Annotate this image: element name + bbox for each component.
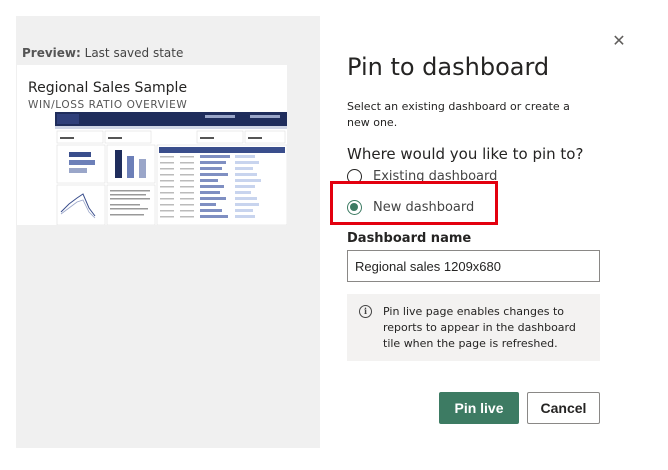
mini-vbar: [127, 156, 134, 178]
preview-report-title: Regional Sales Sample: [28, 80, 188, 96]
dialog-title: Pin to dashboard: [347, 53, 550, 81]
mini-report-header-strip: [55, 126, 287, 129]
mini-hbar: [69, 160, 95, 165]
pin-live-button[interactable]: Pin live: [439, 392, 519, 424]
mini-hbar: [69, 168, 87, 173]
mini-vbar: [115, 150, 122, 178]
mini-report-header: [55, 112, 287, 126]
preview-thumbnail: Regional Sales Sample WIN/LOSS RATIO OVE…: [17, 65, 287, 225]
preview-label: Preview: Last saved state: [22, 46, 183, 60]
preview-report-subtitle: WIN/LOSS RATIO OVERVIEW: [28, 99, 188, 111]
radio-new-dashboard-label: New dashboard: [373, 199, 475, 215]
info-text: Pin live page enables changes to reports…: [383, 305, 576, 350]
info-icon: i: [359, 305, 372, 318]
dashboard-name-label: Dashboard name: [347, 231, 472, 246]
preview-label-prefix: Preview:: [22, 46, 81, 60]
mini-line-panel: [56, 184, 106, 225]
preview-label-text: Last saved state: [84, 46, 184, 60]
info-box: i Pin live page enables changes to repor…: [347, 294, 600, 361]
dialog-description: Select an existing dashboard or create a…: [347, 100, 570, 129]
pin-location-question: Where would you like to pin to?: [347, 145, 584, 163]
dashboard-name-input[interactable]: [347, 250, 600, 282]
radio-existing-dashboard-circle[interactable]: [347, 168, 362, 184]
mini-table-header: [159, 147, 285, 153]
radio-new-dashboard-circle[interactable]: [347, 199, 362, 215]
radio-existing-dashboard-label: Existing dashboard: [373, 168, 498, 184]
radio-existing-dashboard[interactable]: Existing dashboard: [347, 166, 497, 186]
mini-vbar: [139, 159, 146, 178]
cancel-button[interactable]: Cancel: [527, 392, 600, 424]
close-icon[interactable]: ✕: [610, 32, 628, 50]
radio-new-dashboard[interactable]: New dashboard: [347, 197, 474, 217]
mini-hbar: [69, 152, 91, 157]
preview-report-thumbnail: [55, 112, 287, 225]
